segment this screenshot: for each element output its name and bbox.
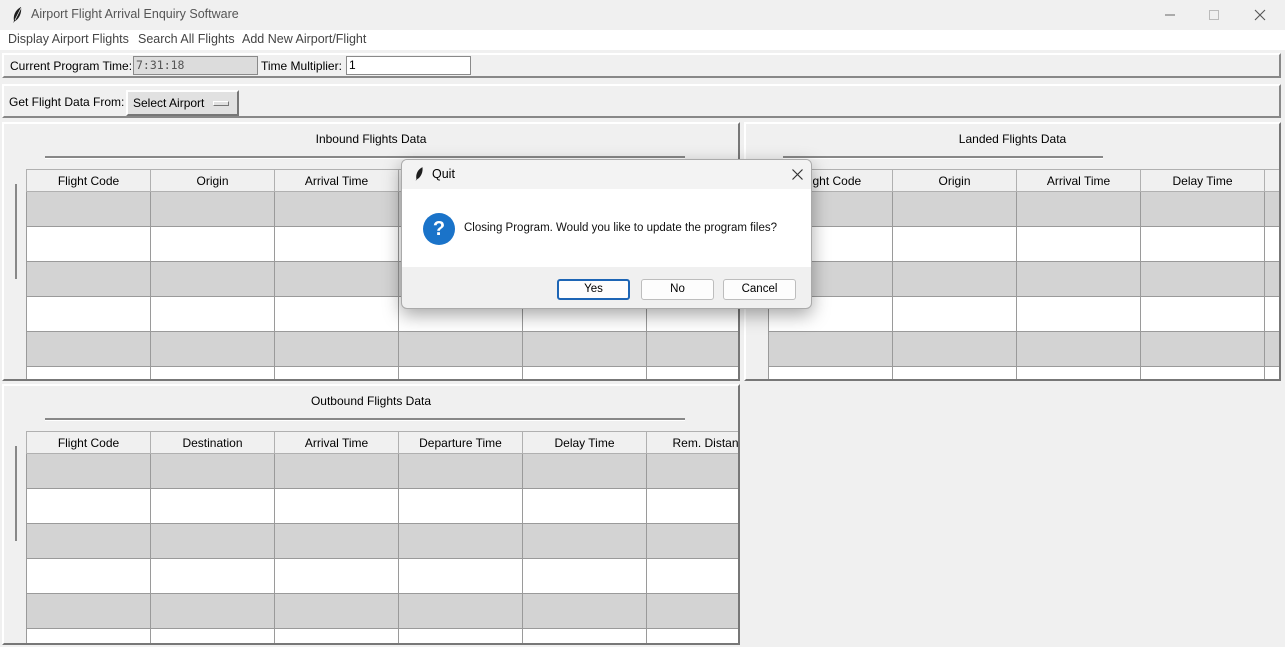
horizontal-scrollbar[interactable] [783,156,1103,159]
feather-icon [13,7,22,23]
table-row[interactable] [768,226,1279,262]
table-row[interactable] [26,593,738,629]
table-row[interactable] [26,453,738,489]
window-title: Airport Flight Arrival Enquiry Software [31,7,239,21]
yes-button[interactable]: Yes [557,279,630,300]
column-header-flight-code[interactable]: Flight Code [26,431,151,454]
table-row[interactable] [768,366,1279,379]
maximize-icon [1209,10,1219,20]
question-icon: ? [423,213,455,245]
column-header-origin[interactable]: Origin [892,169,1017,192]
maximize-button[interactable] [1191,0,1237,30]
quit-dialog: Quit ? Closing Program. Would you like t… [401,159,812,309]
table-row[interactable] [26,628,738,643]
table-row[interactable] [768,331,1279,367]
table-row[interactable] [768,296,1279,332]
select-airport-dropdown[interactable]: Select Airport [126,90,239,116]
vertical-scrollbar[interactable] [15,446,17,541]
column-header-flight-code[interactable]: Flight Code [26,169,151,192]
select-airport-label: Select Airport [133,96,205,110]
dialog-title-bar: Quit [402,160,811,189]
table-row[interactable] [26,558,738,594]
inbound-panel-title: Inbound Flights Data [315,132,427,146]
column-header-delay-time[interactable]: Delay Time [522,431,647,454]
table-row[interactable] [768,261,1279,297]
outbound-flights-table: Flight Code Destination Arrival Time Dep… [26,431,738,643]
table-row[interactable] [26,488,738,524]
menu-add-new-airport-flight[interactable]: Add New Airport/Flight [242,32,366,46]
close-icon[interactable] [791,168,804,181]
outbound-panel-title: Outbound Flights Data [310,394,432,408]
get-flight-data-label: Get Flight Data From: [9,95,125,109]
menu-bar: Display Airport Flights Search All Fligh… [0,30,1285,50]
landed-panel-title: Landed Flights Data [958,132,1067,146]
airport-select-toolbar: Get Flight Data From: Select Airport [2,84,1281,118]
column-header-departure-time[interactable]: Departure Time [398,431,523,454]
dialog-message: Closing Program. Would you like to updat… [464,222,778,234]
column-header-arrival-time[interactable]: Arrival Time [274,431,399,454]
dialog-title: Quit [432,167,455,181]
table-row[interactable] [26,331,738,367]
outbound-flights-panel: Outbound Flights Data Flight Code Destin… [2,384,740,645]
horizontal-scrollbar[interactable] [45,418,685,421]
menu-search-all-flights[interactable]: Search All Flights [138,32,235,46]
column-header-destination[interactable]: Destination [150,431,275,454]
table-row[interactable] [26,523,738,559]
landed-flights-panel: Landed Flights Data Flight Code Origin A… [744,122,1281,381]
menu-display-airport-flights[interactable]: Display Airport Flights [8,32,129,46]
time-multiplier-label: Time Multiplier: [261,59,342,73]
program-time-label: Current Program Time: [10,59,133,73]
column-header-origin[interactable]: Origin [150,169,275,192]
cancel-button[interactable]: Cancel [723,279,796,300]
minimize-icon [1165,14,1175,16]
minimize-button[interactable] [1147,0,1193,30]
time-toolbar: Current Program Time: 7:31:18 Time Multi… [2,53,1281,78]
landed-flights-table: Flight Code Origin Arrival Time Delay Ti… [768,169,1279,379]
column-header-delay-time[interactable]: Delay Time [1140,169,1265,192]
title-bar: Airport Flight Arrival Enquiry Software [0,0,1285,30]
column-header[interactable] [1264,169,1279,192]
column-header-arrival-time[interactable]: Arrival Time [1016,169,1141,192]
vertical-scrollbar[interactable] [15,184,17,279]
feather-icon [415,167,423,181]
table-row[interactable] [26,366,738,379]
column-header-remaining-distance[interactable]: Rem. Distanc [646,431,738,454]
dropdown-indicator-icon [213,101,229,106]
time-multiplier-input[interactable]: 1 [346,56,471,75]
close-window-button[interactable] [1237,0,1283,30]
program-time-field: 7:31:18 [133,56,258,75]
no-button[interactable]: No [641,279,714,300]
column-header-arrival-time[interactable]: Arrival Time [274,169,399,192]
close-icon [1254,9,1266,21]
table-row[interactable] [768,191,1279,227]
